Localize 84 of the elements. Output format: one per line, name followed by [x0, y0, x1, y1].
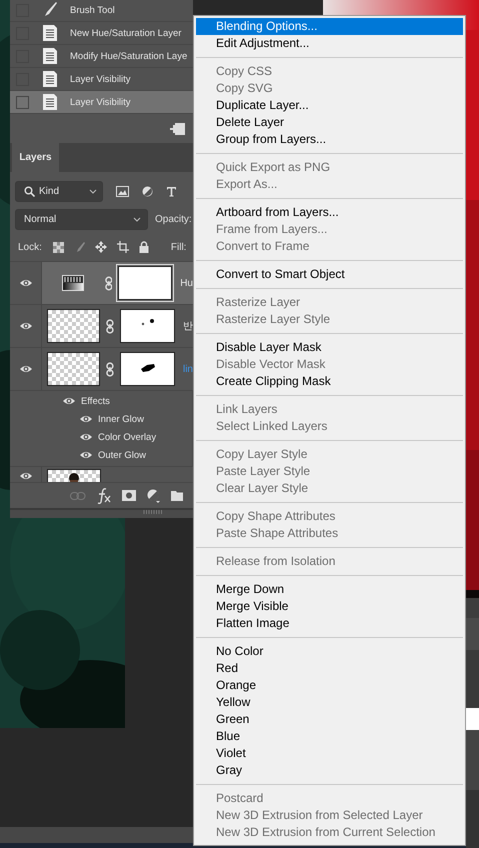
menu-item[interactable]: Edit Adjustment...	[196, 35, 463, 52]
layer-name: 반	[183, 320, 193, 334]
chain-icon	[106, 362, 114, 377]
menu-item[interactable]: Blending Options...	[196, 18, 463, 35]
search-icon	[24, 186, 35, 197]
eye-icon[interactable]	[62, 396, 76, 406]
move-icon[interactable]	[94, 241, 107, 254]
history-label: Layer Visibility	[70, 74, 131, 84]
blend-mode-dropdown[interactable]: Normal	[15, 208, 148, 230]
menu-item[interactable]: Green	[196, 711, 463, 728]
layers-tab[interactable]: Layers	[12, 143, 59, 172]
menu-item[interactable]: Gray	[196, 762, 463, 779]
effect-name: Outer Glow	[98, 450, 146, 461]
history-item[interactable]: Layer Visibility	[10, 68, 193, 91]
filter-dropdown[interactable]: Kind	[15, 180, 103, 202]
image-icon[interactable]	[116, 186, 129, 197]
chain-icon	[104, 276, 112, 291]
menu-item[interactable]: Group from Layers...	[196, 131, 463, 148]
adjustment-icon[interactable]	[147, 488, 160, 503]
menu-item[interactable]: Blue	[196, 728, 463, 745]
effects-label: Effects	[81, 396, 110, 407]
opacity-label: Opacity:	[155, 214, 192, 225]
menu-item[interactable]: Artboard from Layers...	[196, 204, 463, 221]
menu-item[interactable]: Red	[196, 660, 463, 677]
layer-thumbnail	[47, 309, 100, 344]
eye-icon[interactable]	[18, 278, 32, 288]
layer-row[interactable]: 반	[42, 305, 193, 348]
eye-icon[interactable]	[18, 364, 32, 374]
history-label: Brush Tool	[70, 4, 115, 16]
caret-icon	[89, 188, 97, 194]
menu-item[interactable]: Duplicate Layer...	[196, 97, 463, 114]
history-item[interactable]: Modify Hue/Saturation Laye	[10, 45, 193, 68]
gradient-icon	[62, 275, 84, 292]
layer-name: Hu	[180, 278, 193, 289]
history-label: Modify Hue/Saturation Laye	[70, 50, 188, 62]
history-label: New Hue/Saturation Layer	[70, 28, 182, 38]
layer-row[interactable]: Hu	[42, 262, 193, 304]
menu-item[interactable]: Delete Layer	[196, 114, 463, 131]
layer-mask-thumbnail	[120, 309, 175, 344]
layer-mask-thumbnail	[120, 352, 175, 386]
fx-icon[interactable]	[97, 488, 111, 504]
menu-item[interactable]: Flatten Image	[196, 615, 463, 632]
eye-icon[interactable]	[79, 414, 93, 424]
eye-icon[interactable]	[79, 432, 93, 442]
lock-label: Lock:	[18, 242, 42, 253]
mask-icon[interactable]	[122, 490, 136, 502]
menu-item[interactable]: Disable Layer Mask	[196, 339, 463, 356]
fill-label: Fill:	[170, 242, 186, 253]
lock-icon[interactable]	[138, 241, 149, 254]
checker-icon[interactable]	[52, 242, 64, 253]
menu-item[interactable]: Create Clipping Mask	[196, 373, 463, 390]
menu-item[interactable]: Yellow	[196, 694, 463, 711]
crop-icon[interactable]	[116, 241, 129, 254]
document-icon	[42, 70, 58, 88]
new-document-icon[interactable]	[170, 122, 186, 136]
menu-item[interactable]: No Color	[196, 643, 463, 660]
eye-icon[interactable]	[79, 450, 93, 460]
menu-item[interactable]: Convert to Smart Object	[196, 266, 463, 283]
eye-icon[interactable]	[18, 471, 32, 482]
brush-icon	[42, 1, 58, 19]
folder-icon[interactable]	[171, 490, 183, 502]
menu-item[interactable]: Merge Down	[196, 581, 463, 598]
chain-icon	[106, 318, 114, 334]
layer-name: lin	[182, 364, 193, 375]
document-icon	[42, 47, 58, 65]
checkbox[interactable]	[16, 96, 29, 108]
history-label: Layer Visibility	[70, 96, 131, 108]
effect-name: Inner Glow	[98, 414, 144, 425]
text-icon[interactable]	[166, 186, 177, 197]
layer-thumbnail	[47, 352, 100, 386]
effect-name: Color Overlay	[98, 432, 156, 443]
layer-mask-thumbnail	[118, 266, 172, 300]
menu-item[interactable]: Violet	[196, 745, 463, 762]
half-circle-icon[interactable]	[142, 186, 153, 197]
history-item[interactable]: New Hue/Saturation Layer	[10, 22, 193, 45]
document-icon	[42, 93, 58, 111]
history-item[interactable]: Layer Visibility	[10, 91, 193, 114]
grip-icon	[143, 510, 163, 514]
document-icon	[42, 24, 58, 42]
menu-item[interactable]: Orange	[196, 677, 463, 694]
history-item[interactable]: Brush Tool	[10, 0, 193, 22]
menu-item[interactable]: Merge Visible	[196, 598, 463, 615]
caret-icon	[133, 216, 141, 222]
eye-icon[interactable]	[18, 321, 32, 332]
